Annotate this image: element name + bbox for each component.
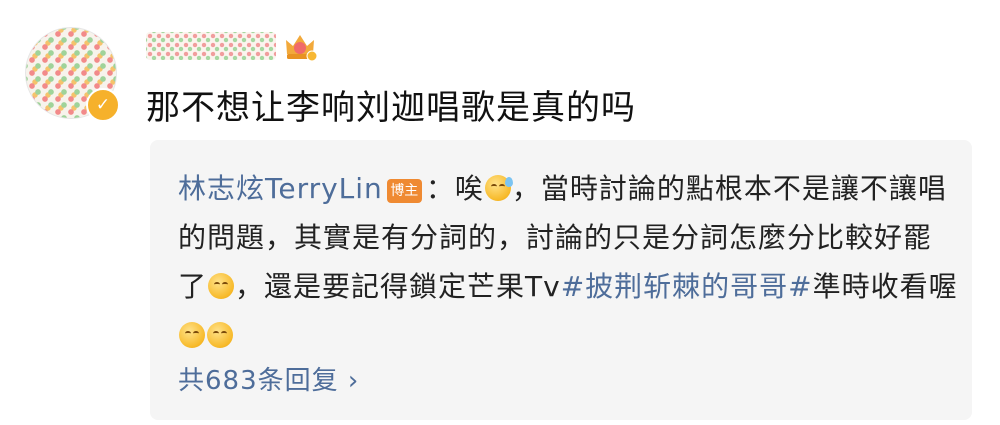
smile-emoji-icon (179, 322, 205, 348)
quote-colon: ： (425, 172, 455, 205)
blush-emoji-icon (207, 322, 233, 348)
topic-link[interactable]: #披荆斩棘的哥哥# (561, 270, 813, 303)
avatar-container[interactable]: ✓ (25, 27, 120, 122)
quote-seg3: ，還是要記得鎖定芒果Tv (235, 270, 561, 303)
username-redacted[interactable] (146, 32, 276, 60)
view-replies-link[interactable]: 共683条回复 › (178, 360, 359, 397)
quote-seg1: 唉 (454, 172, 484, 205)
smile-emoji-icon (208, 273, 235, 299)
post-text: 那不想让李响刘迦唱歌是真的吗 (146, 88, 636, 128)
quoted-reply-text: 林志炫TerryLin 博主 ：唉 ，當時討論的點根本不是讓不讓唱的問題，其實是有分詞… (178, 164, 958, 360)
replies-count-label: 共683条回复 (178, 366, 339, 396)
level-crown-icon[interactable] (283, 30, 317, 62)
verified-badge-icon: ✓ (86, 88, 120, 122)
quoted-reply-card[interactable]: 林志炫TerryLin 博主 ：唉 ，當時討論的點根本不是讓不讓唱的問題，其實是有分詞… (150, 140, 972, 420)
chevron-right-icon: › (347, 366, 360, 396)
sweat-emoji-icon (484, 175, 513, 201)
quote-seg4: 準時收看喔 (812, 270, 958, 303)
blogger-badge: 博主 (386, 179, 422, 203)
quote-author-link[interactable]: 林志炫TerryLin (178, 172, 383, 205)
